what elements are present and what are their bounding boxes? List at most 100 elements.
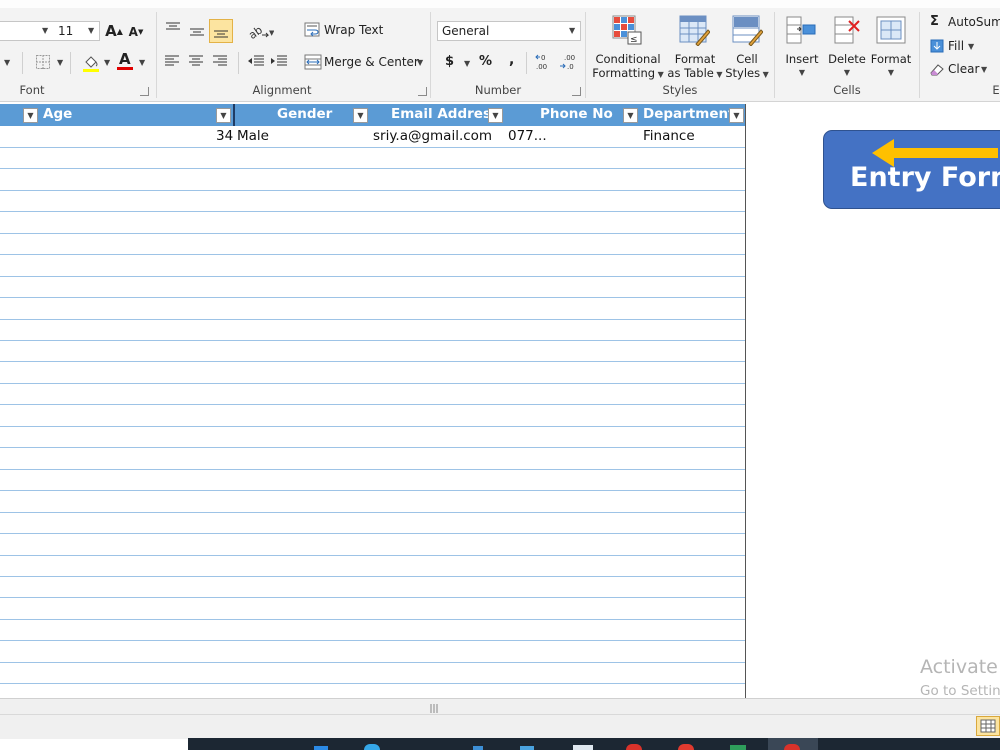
- top-align-button[interactable]: [163, 19, 183, 39]
- middle-align-button[interactable]: [187, 21, 207, 41]
- conditional-formatting-glyph: ≤: [612, 15, 642, 45]
- scrollbar-grip[interactable]: [429, 702, 439, 713]
- decrease-decimal-button[interactable]: .00.0: [559, 52, 579, 72]
- chevron-down-icon[interactable]: ▼: [139, 58, 145, 67]
- align-left-button[interactable]: [163, 52, 181, 70]
- taskbar-app-icon[interactable]: [364, 744, 380, 750]
- conditional-formatting-label-1: Conditional: [595, 52, 661, 66]
- increase-decimal-button[interactable]: 0.00: [535, 52, 555, 72]
- taskbar-app-icon[interactable]: [520, 746, 534, 750]
- row-separator: [0, 683, 745, 684]
- format-cells-icon: [874, 14, 908, 46]
- taskbar-app-icon[interactable]: [626, 744, 642, 750]
- svg-text:▼: ▼: [269, 29, 274, 37]
- orientation-button[interactable]: ab ▼: [247, 21, 275, 41]
- cell-styles-button[interactable]: Cell Styles ▼: [724, 52, 770, 82]
- row-separator: [0, 319, 745, 320]
- fill-color-button[interactable]: [80, 52, 102, 74]
- chevron-down-icon[interactable]: ▼: [464, 59, 470, 68]
- filter-dropdown-button[interactable]: ▼: [23, 108, 38, 123]
- entry-form-button[interactable]: Entry Form: [823, 130, 1000, 209]
- chevron-down-icon: ▼: [655, 70, 664, 79]
- eraser-glyph: [930, 64, 944, 76]
- row-separator: [0, 383, 745, 384]
- clear-button[interactable]: Clear: [948, 62, 979, 76]
- chevron-down-icon[interactable]: ▼: [981, 65, 987, 74]
- number-format-combo[interactable]: General ▼: [437, 21, 581, 41]
- decrease-font-size-button[interactable]: A ▼: [127, 23, 145, 41]
- format-as-table-glyph: [679, 15, 710, 46]
- align-right-button[interactable]: [211, 52, 229, 70]
- svg-text:A: A: [119, 50, 131, 68]
- cell-gender[interactable]: Male: [237, 128, 269, 144]
- filter-dropdown-button[interactable]: ▼: [488, 108, 503, 123]
- svg-text:.00: .00: [536, 63, 547, 71]
- filter-dropdown-button[interactable]: ▼: [216, 108, 231, 123]
- chevron-down-icon[interactable]: ▼: [104, 58, 110, 67]
- taskbar-app-icon[interactable]: [473, 746, 483, 750]
- status-bar: [0, 714, 1000, 739]
- format-as-table-button[interactable]: Format as Table ▼: [666, 52, 724, 82]
- filter-dropdown-button[interactable]: ▼: [623, 108, 638, 123]
- chevron-down-icon[interactable]: ▼: [417, 58, 423, 67]
- align-left-icon: [165, 55, 179, 66]
- taskbar-app-icon[interactable]: [784, 744, 800, 750]
- cell-email[interactable]: sriy.a@gmail.com: [373, 128, 492, 144]
- sheet-tab-bar: [0, 698, 1000, 715]
- column-header-email: Email Address: [391, 106, 500, 122]
- increase-font-size-button[interactable]: A ▲: [104, 21, 124, 41]
- wrap-text-icon: [304, 22, 322, 38]
- chevron-down-icon: ▼: [569, 26, 576, 35]
- cell-phone[interactable]: 077...: [508, 128, 547, 144]
- cell-department[interactable]: Finance: [643, 128, 695, 144]
- fill-button[interactable]: Fill: [948, 39, 964, 53]
- increase-indent-button[interactable]: [270, 52, 288, 70]
- merge-center-icon: [304, 54, 322, 70]
- column-header-gender: Gender: [277, 106, 333, 122]
- editing-group-label: E: [992, 83, 1000, 97]
- taskbar-app-icon[interactable]: [573, 745, 593, 750]
- conditional-formatting-button[interactable]: Conditional Formatting ▼: [590, 52, 666, 82]
- borders-icon: [36, 55, 50, 69]
- align-right-icon: [213, 55, 227, 66]
- chevron-down-icon: ▼: [798, 68, 806, 77]
- borders-button[interactable]: [34, 53, 52, 71]
- chevron-down-icon[interactable]: ▼: [968, 42, 974, 51]
- percent-button[interactable]: %: [479, 54, 492, 69]
- alignment-dialog-launcher[interactable]: [418, 87, 427, 96]
- currency-button[interactable]: $: [445, 54, 454, 69]
- row-separator: [0, 297, 745, 298]
- number-group-label: Number: [474, 83, 522, 97]
- row-separator: [0, 426, 745, 427]
- cell-age[interactable]: 34: [216, 128, 233, 144]
- normal-view-button[interactable]: [976, 716, 1000, 736]
- wrap-text-button[interactable]: Wrap Text: [324, 23, 383, 37]
- taskbar-app-icon[interactable]: [678, 744, 694, 750]
- svg-text:≤: ≤: [630, 35, 638, 45]
- format-cells-button[interactable]: Format ▼: [869, 52, 913, 80]
- font-dialog-launcher[interactable]: [140, 87, 149, 96]
- font-size-combo[interactable]: ▼ 11 ▼: [0, 21, 100, 41]
- comma-style-button[interactable]: ,: [509, 52, 514, 68]
- taskbar-app-icon[interactable]: [730, 745, 746, 750]
- insert-cells-button[interactable]: Insert ▼: [781, 52, 823, 80]
- merge-center-button[interactable]: Merge & Center: [324, 55, 419, 69]
- insert-cells-icon: [784, 14, 818, 46]
- number-dialog-launcher[interactable]: [572, 87, 581, 96]
- font-group-label: Font: [19, 83, 45, 97]
- decrease-indent-button[interactable]: [247, 52, 265, 70]
- merge-center-glyph: [304, 54, 322, 70]
- font-color-button[interactable]: A: [114, 50, 136, 72]
- taskbar-app-icon[interactable]: [314, 746, 328, 750]
- filter-dropdown-button[interactable]: ▼: [353, 108, 368, 123]
- delete-cells-button[interactable]: Delete ▼: [826, 52, 868, 80]
- bottom-align-button[interactable]: [209, 19, 233, 43]
- column-header-phone: Phone No: [540, 106, 613, 122]
- chevron-down-icon[interactable]: ▼: [57, 58, 63, 67]
- align-center-button[interactable]: [187, 52, 205, 70]
- delete-cells-icon: [830, 14, 864, 46]
- chevron-down-icon: ▼: [713, 70, 723, 79]
- autosum-button[interactable]: AutoSum: [948, 15, 1000, 29]
- chevron-down-icon[interactable]: ▼: [4, 58, 10, 67]
- filter-dropdown-button[interactable]: ▼: [729, 108, 744, 123]
